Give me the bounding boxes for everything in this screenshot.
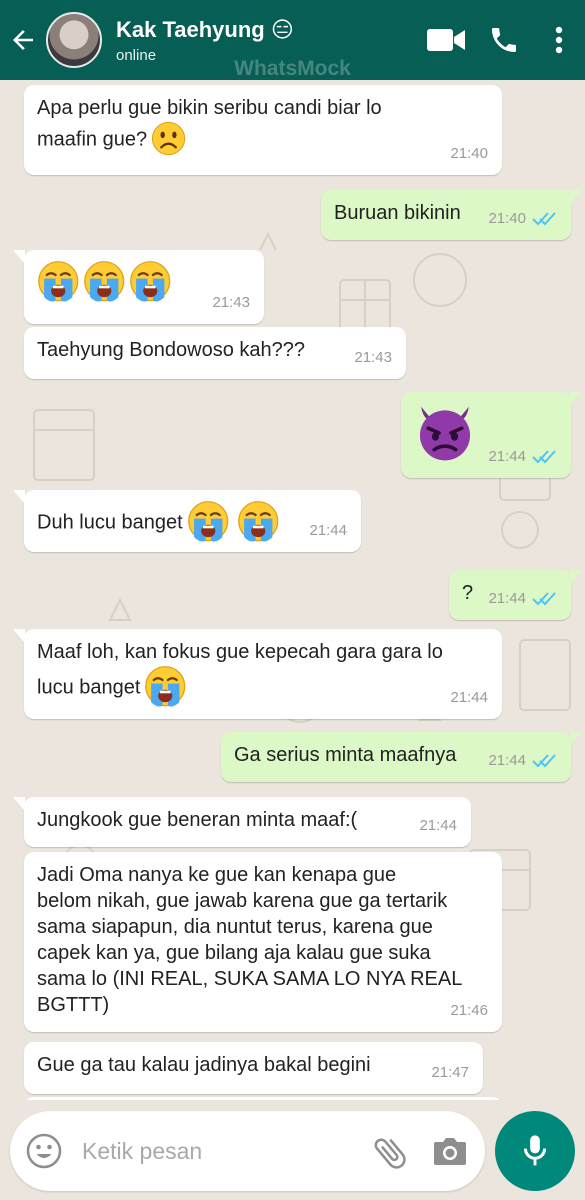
message-body: Maaf loh, kan fokus gue kepecah gara gar… [37,641,443,699]
loudly-crying-emoji-icon [83,260,125,303]
message-input[interactable]: Ketik pesan [82,1138,202,1165]
message-meta: 21:44 [450,685,488,711]
incoming-message[interactable]: Gue ga tau kalau jadinya bakal begini 21:… [24,1042,483,1094]
incoming-message[interactable]: Jungkook gue beneran minta maaf:( 21:44 [13,797,471,847]
message-time: 21:44 [309,522,347,539]
message-text: Gue ga tau kalau jadinya bakal begini [37,1052,471,1078]
incoming-message[interactable]: Duh lucu banget 21:44 [13,490,361,552]
mic-icon [523,1135,547,1166]
video-call-icon [427,29,465,51]
message-composer: Ketik pesan [10,1111,485,1191]
video-call-button[interactable] [417,0,475,80]
message-time: 21:44 [419,817,457,834]
loudly-crying-emoji-icon [187,500,229,543]
message-list[interactable]: Apa perlu gue bikin seribu candi biar lo… [0,80,585,1100]
message-body: Jadi Oma nanya ke gue kan kenapa gue bel… [37,864,463,1016]
message-meta: 21:46 [450,998,488,1024]
outgoing-message[interactable]: Ga serius minta maafnya 21:44 [221,732,582,782]
more-vert-icon [555,26,563,54]
message-time: 21:44 [488,590,526,607]
message-body: Apa perlu gue bikin seribu candi biar lo… [37,97,382,151]
smiley-icon[interactable] [26,1133,62,1169]
message-time: 21:44 [450,689,488,706]
message-text: Jungkook gue beneran minta maaf:( [37,807,459,833]
message-meta: 21:44 [419,813,457,839]
message-body: Ga serius minta maafnya [234,744,457,766]
message-meta: 21:44 [309,518,347,544]
message-meta: 21:47 [431,1060,469,1086]
loudly-crying-emoji-icon [145,665,187,708]
message-time: 21:43 [354,349,392,366]
message-body: Jungkook gue beneran minta maaf:( [37,809,358,831]
incoming-message[interactable]: Apa perlu gue bikin seribu candi biar lo… [24,85,502,175]
double-check-icon [532,754,556,768]
message-time: 21:44 [488,448,526,465]
more-options-button[interactable] [533,0,585,80]
message-time: 21:47 [431,1064,469,1081]
paperclip-icon[interactable] [370,1133,410,1173]
chat-header: Kak Taehyung 😑 online [0,0,585,80]
contact-status: online [116,46,157,64]
incoming-message[interactable]: 21:43 [13,250,264,324]
message-body: Taehyung Bondowoso kah??? [37,339,305,361]
mic-button[interactable] [495,1111,575,1191]
message-text: Taehyung Bondowoso kah??? [37,337,394,363]
message-body: Gue ga tau kalau jadinya bakal begini [37,1054,371,1076]
incoming-message[interactable]: Maaf loh, kan fokus gue kepecah gara gar… [13,629,502,719]
incoming-message[interactable]: Taehyung Bondowoso kah??? 21:43 [24,327,406,379]
message-body: Buruan bikinin [334,202,461,224]
double-check-icon [532,212,556,226]
message-text: Jadi Oma nanya ke gue kan kenapa gue bel… [37,862,490,1018]
loudly-crying-emoji-icon [237,500,279,543]
angry-devil-emoji-icon [418,404,472,463]
avatar[interactable] [46,12,102,68]
outgoing-message[interactable]: Buruan bikinin 21:40 [321,190,582,240]
loudly-crying-emoji-icon [37,260,79,303]
contact-info[interactable]: Kak Taehyung 😑 online [116,17,417,64]
message-meta: 21:40 [450,141,488,167]
arrow-left-icon [13,30,33,50]
message-meta: 21:44 [488,444,557,470]
frowning-emoji-icon [151,121,186,156]
message-text: Duh lucu banget [37,500,349,546]
voice-call-button[interactable] [475,0,533,80]
message-time: 21:43 [212,294,250,311]
incoming-message[interactable]: Jadi Oma nanya ke gue kan kenapa gue bel… [24,852,502,1032]
message-meta: 21:43 [354,345,392,371]
message-time: 21:40 [488,210,526,227]
phone-icon [492,28,516,52]
message-text: Apa perlu gue bikin seribu candi biar lo… [37,95,490,159]
message-meta: 21:40 [488,206,557,232]
message-body: ? [462,582,474,604]
camera-icon[interactable] [432,1135,468,1167]
back-button[interactable] [0,0,46,80]
outgoing-message[interactable]: ? 21:44 [449,570,582,620]
contact-name: Kak Taehyung 😑 [116,16,294,42]
message-meta: 21:43 [212,290,250,316]
message-meta: 21:44 [488,586,557,612]
double-check-icon [532,450,556,464]
message-text: Maaf loh, kan fokus gue kepecah gara gar… [37,639,490,711]
outgoing-message[interactable]: 21:44 [401,392,582,478]
message-body: Duh lucu banget [37,511,183,534]
message-time: 21:46 [450,1002,488,1019]
loudly-crying-emoji-icon [129,260,171,303]
message-meta: 21:44 [488,748,557,774]
message-time: 21:40 [450,145,488,162]
double-check-icon [532,592,556,606]
incoming-message-partial[interactable] [24,1097,502,1100]
message-time: 21:44 [488,752,526,769]
